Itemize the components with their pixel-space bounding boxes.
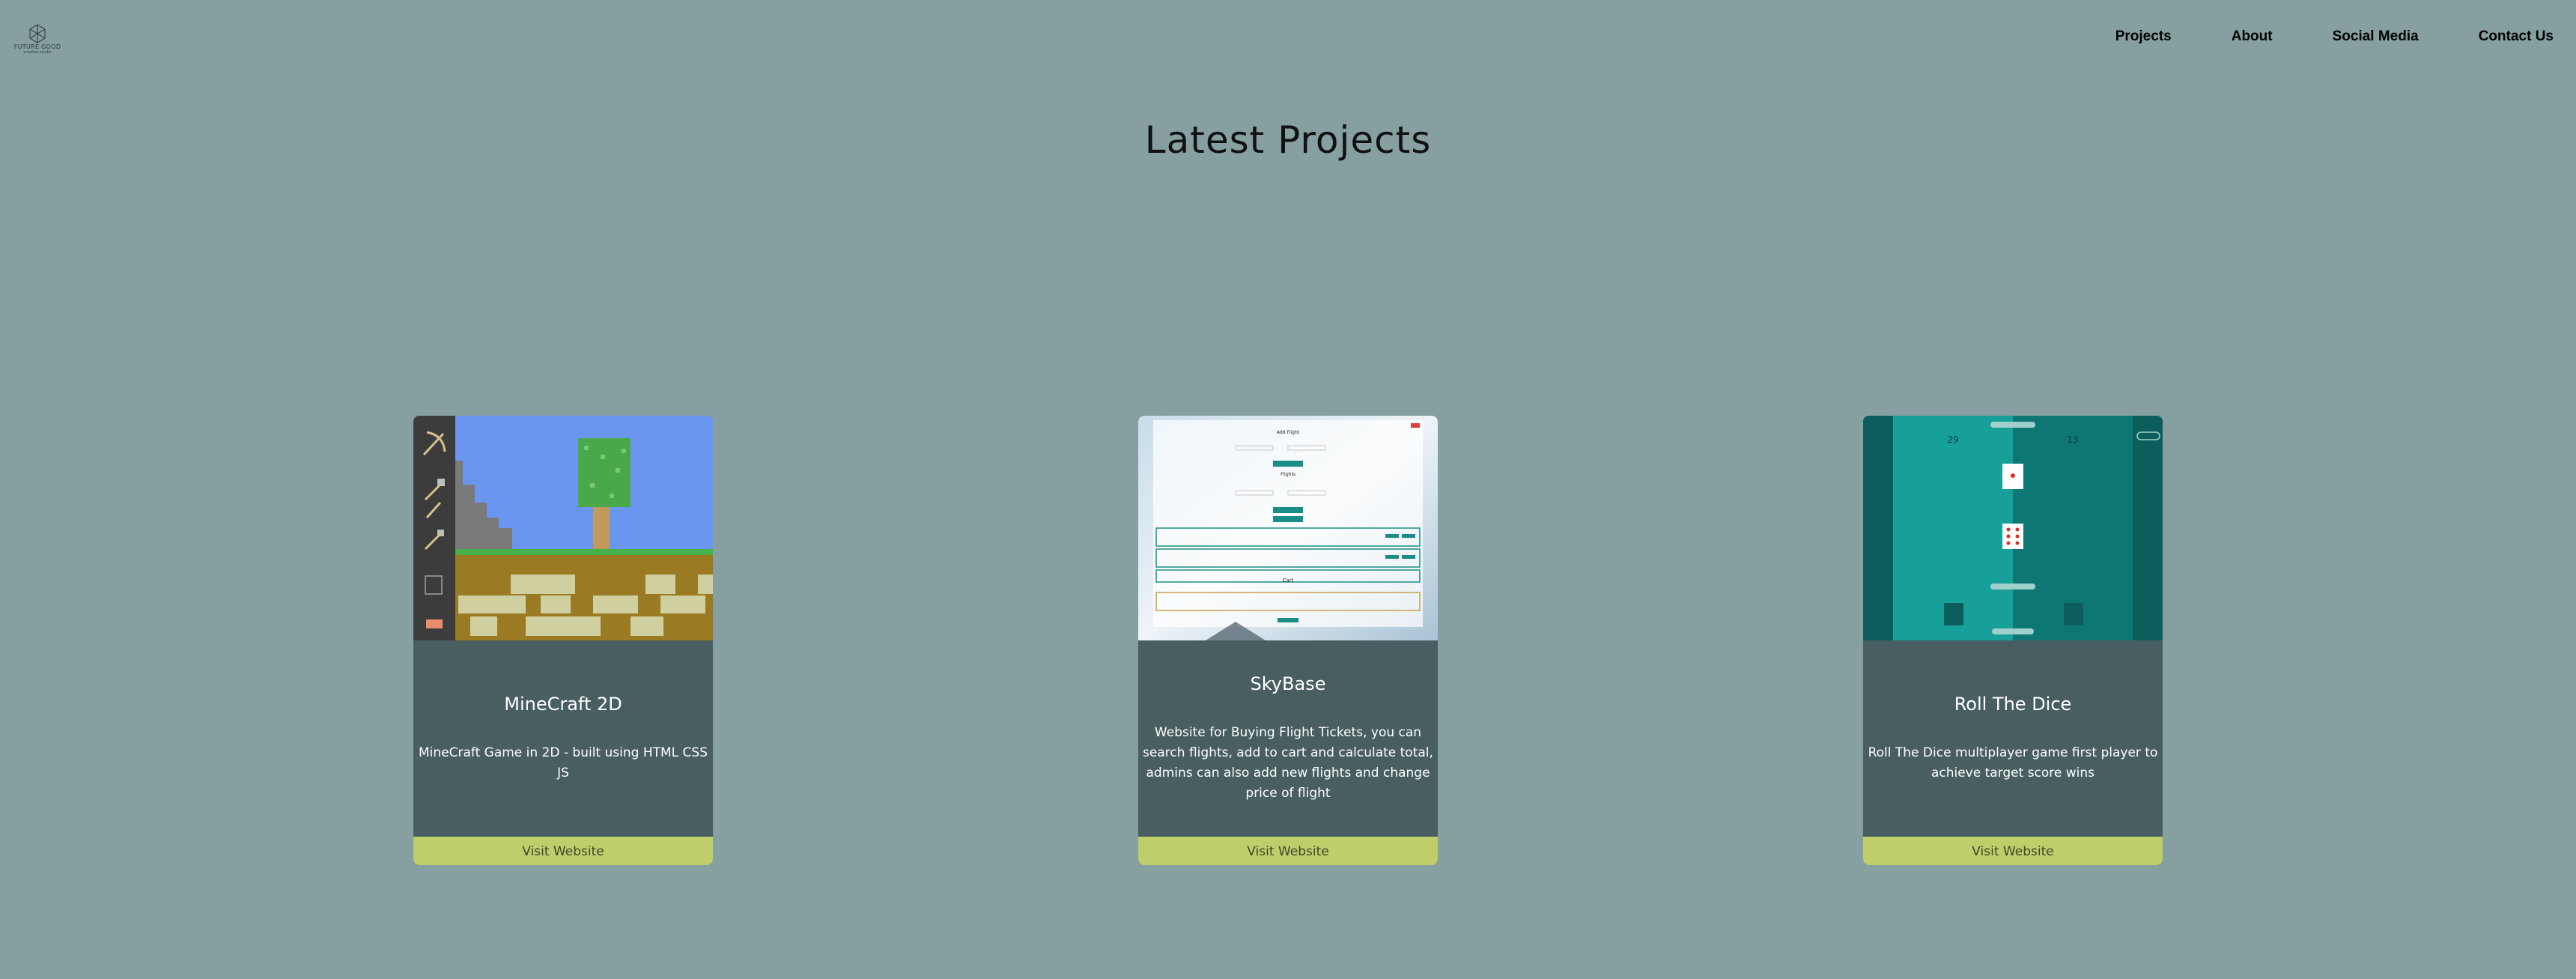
project-title: Roll The Dice bbox=[1954, 694, 2072, 715]
project-description: MineCraft Game in 2D - built using HTML … bbox=[419, 745, 708, 781]
thumb-score-1: 29 bbox=[1947, 434, 1958, 445]
nav-about[interactable]: About bbox=[2232, 28, 2273, 45]
project-card-roll-the-dice: 29 13 Roll The Dice Roll The Dice multip… bbox=[1863, 416, 2163, 865]
nav-social-media[interactable]: Social Media bbox=[2333, 28, 2419, 45]
thumb-flights-text: Flights bbox=[1281, 472, 1295, 477]
project-thumbnail-skybase[interactable]: Add Flight Flights Cart bbox=[1138, 416, 1438, 640]
thumb-add-flight-text: Add Flight bbox=[1277, 430, 1300, 435]
project-description: Roll The Dice multiplayer game first pla… bbox=[1868, 745, 2158, 781]
project-title: SkyBase bbox=[1250, 673, 1326, 694]
project-card-skybase: Add Flight Flights Cart SkyBase Website … bbox=[1138, 416, 1438, 865]
logo-name: FUTURE GOOD bbox=[13, 43, 61, 50]
project-thumbnail-minecraft[interactable] bbox=[413, 416, 713, 640]
visit-website-button[interactable]: Visit Website bbox=[1138, 837, 1438, 865]
project-description: Website for Buying Flight Tickets, you c… bbox=[1143, 725, 1433, 801]
nav-contact-us[interactable]: Contact Us bbox=[2479, 28, 2554, 45]
visit-website-button[interactable]: Visit Website bbox=[1863, 837, 2163, 865]
project-title: MineCraft 2D bbox=[504, 694, 622, 715]
thumb-cart-text: Cart bbox=[1283, 578, 1294, 584]
project-card-minecraft: MineCraft 2D MineCraft Game in 2D - buil… bbox=[413, 416, 713, 865]
logo-tagline: creative studio bbox=[23, 50, 52, 55]
project-thumbnail-roll-the-dice[interactable]: 29 13 bbox=[1863, 416, 2163, 640]
thumb-score-2: 13 bbox=[2067, 434, 2078, 445]
nav-projects[interactable]: Projects bbox=[2115, 28, 2172, 45]
visit-website-button[interactable]: Visit Website bbox=[413, 837, 713, 865]
main-nav: Projects About Social Media Contact Us bbox=[2056, 28, 2554, 45]
page-title: Latest Projects bbox=[1144, 118, 1432, 162]
